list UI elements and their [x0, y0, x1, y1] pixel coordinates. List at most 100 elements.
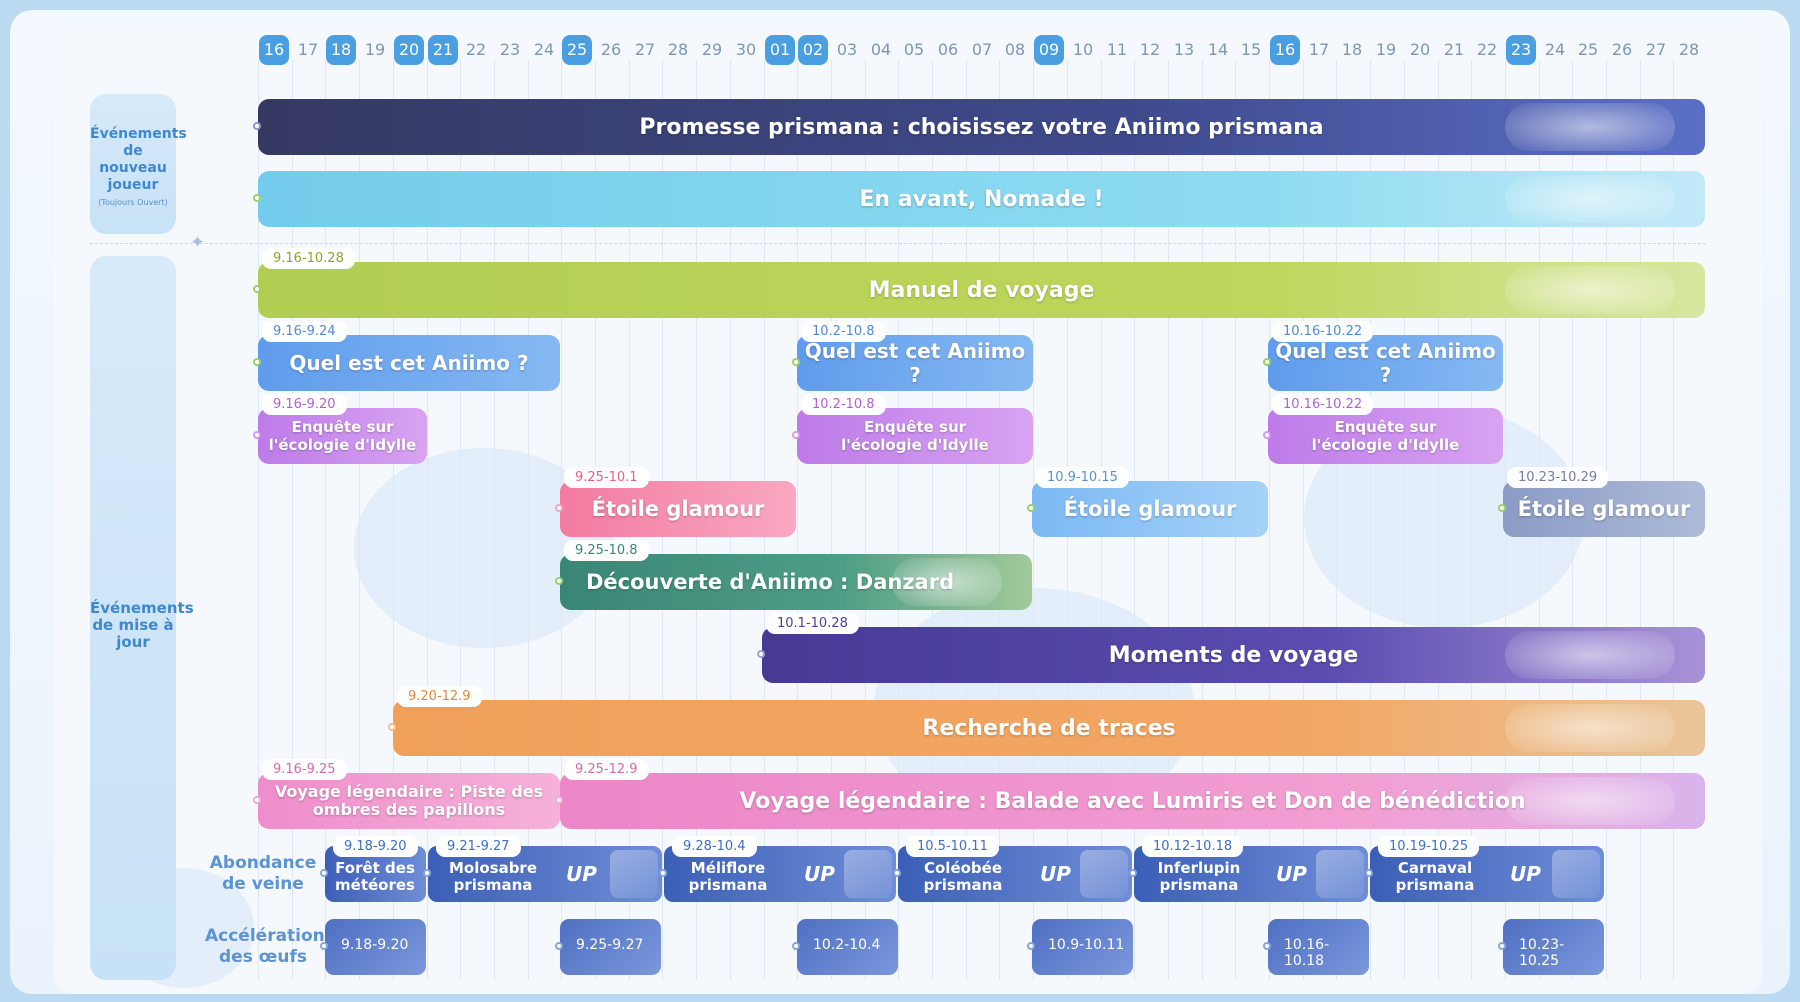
category-new-player-label: Événements de nouveau joueur (Toujours O…	[90, 126, 187, 211]
timeline-dot	[253, 194, 261, 202]
event-title: Enquête sur l'écologie d'Idylle	[268, 418, 417, 454]
date-cell: 14	[1207, 40, 1229, 59]
date-cell: 20	[1409, 40, 1431, 59]
event-art	[1505, 175, 1675, 223]
egg-event-dates: 9.18-9.20	[341, 937, 409, 953]
date-cell: 25	[562, 35, 592, 65]
event-title: En avant, Nomade !	[859, 186, 1104, 212]
event-enquete-3[interactable]: 10.16-10.22 Enquête sur l'écologie d'Idy…	[1263, 394, 1503, 464]
up-event-name: Inferlupin prismana	[1157, 859, 1241, 894]
date-cell: 09	[1034, 35, 1064, 65]
date-cell: 10	[1072, 40, 1094, 59]
plus-icon: ✦	[190, 232, 206, 253]
timeline-dot	[253, 358, 261, 366]
event-title: Voyage légendaire : Piste des ombres des…	[274, 782, 544, 819]
up-event-4[interactable]: 10.12-10.18 Inferlupin prismana UP	[1129, 836, 1368, 902]
event-title: Voyage légendaire : Balade avec Lumiris …	[739, 788, 1526, 814]
up-event-name: Molosabre prismana	[448, 859, 538, 894]
event-danzard[interactable]: 9.25-10.8 Découverte d'Aniimo : Danzard	[555, 540, 1032, 610]
date-cell: 08	[1004, 40, 1026, 59]
date-cell: 26	[600, 40, 622, 59]
up-event-1[interactable]: 9.21-9.27 Molosabre prismana UP	[423, 836, 662, 902]
date-cell: 27	[634, 40, 656, 59]
up-tag: UP	[566, 862, 597, 886]
date-cell: 03	[836, 40, 858, 59]
up-event-3[interactable]: 10.5-10.11 Coléobée prismana UP	[893, 836, 1132, 902]
up-event-name: Forêt des météores	[335, 859, 415, 894]
up-event-name: Coléobée prismana	[923, 859, 1003, 894]
date-cell: 19	[1375, 40, 1397, 59]
date-cell: 01	[765, 35, 795, 65]
up-event-0[interactable]: 9.18-9.20 Forêt des météores	[320, 836, 426, 902]
event-recherche-de-traces[interactable]: 9.20-12.9 Recherche de traces	[388, 686, 1705, 756]
date-cell: 12	[1139, 40, 1161, 59]
date-cell: 28	[667, 40, 689, 59]
timeline-dot	[757, 650, 765, 658]
category-new-player-note: (Toujours Ouvert)	[98, 198, 168, 207]
event-promesse-prismana[interactable]: Promesse prismana : choisissez votre Ani…	[253, 99, 1705, 155]
up-event-2[interactable]: 9.28-10.4 Méliflore prismana UP	[659, 836, 896, 902]
date-pill: 10.5-10.11	[906, 836, 999, 857]
date-cell: 13	[1173, 40, 1195, 59]
date-cell: 16	[1270, 35, 1300, 65]
egg-event-4[interactable]: 10.16-10.18	[1263, 919, 1369, 975]
event-moments-de-voyage[interactable]: 10.1-10.28 Moments de voyage	[757, 613, 1705, 683]
timeline-dot	[1498, 504, 1506, 512]
date-pill: 10.1-10.28	[766, 613, 859, 634]
category-new-player-text: Événements de nouveau joueur	[90, 126, 187, 193]
up-event-5[interactable]: 10.19-10.25 Carnaval prismana UP	[1365, 836, 1604, 902]
up-tag: UP	[1276, 862, 1307, 886]
date-pill: 9.25-10.8	[564, 540, 649, 561]
date-cell: 23	[499, 40, 521, 59]
date-cell: 26	[1611, 40, 1633, 59]
egg-event-5[interactable]: 10.23-10.25	[1498, 919, 1604, 975]
egg-event-0[interactable]: 9.18-9.20	[320, 919, 426, 975]
event-title: Quel est cet Aniimo ?	[1275, 339, 1496, 387]
egg-event-dates: 9.25-9.27	[576, 937, 644, 953]
timeline-dot	[792, 942, 800, 950]
event-voyage-legendaire-2[interactable]: 9.25-12.9 Voyage légendaire : Balade ave…	[555, 759, 1705, 829]
timeline-dot	[320, 942, 328, 950]
date-cell: 22	[465, 40, 487, 59]
date-cell: 16	[259, 35, 289, 65]
date-cell: 19	[364, 40, 386, 59]
egg-event-dates: 10.9-10.11	[1048, 937, 1125, 953]
aniimo-portrait-icon	[1552, 850, 1600, 898]
event-etoile-glamour-2[interactable]: 10.9-10.15 Étoile glamour	[1027, 467, 1268, 537]
event-quiz-2[interactable]: 10.2-10.8 Quel est cet Aniimo ?	[792, 321, 1033, 391]
event-art	[1505, 631, 1675, 679]
event-etoile-glamour-3[interactable]: 10.23-10.29 Étoile glamour	[1498, 467, 1705, 537]
date-pill: 9.25-12.9	[564, 759, 649, 780]
date-cell: 11	[1106, 40, 1128, 59]
event-quiz-1[interactable]: 9.16-9.24 Quel est cet Aniimo ?	[253, 321, 560, 391]
date-pill: 9.21-9.27	[436, 836, 521, 857]
date-pill: 9.18-9.20	[333, 836, 418, 857]
event-title: Enquête sur l'écologie d'Idylle	[1311, 418, 1460, 454]
date-cell: 21	[428, 35, 458, 65]
date-cell: 28	[1678, 40, 1700, 59]
date-cell: 18	[326, 35, 356, 65]
egg-event-dates: 10.2-10.4	[813, 937, 881, 953]
date-pill: 10.23-10.29	[1507, 467, 1609, 488]
egg-event-1[interactable]: 9.25-9.27	[555, 919, 661, 975]
event-enquete-1[interactable]: 9.16-9.20 Enquête sur l'écologie d'Idyll…	[253, 394, 427, 464]
date-cell: 22	[1476, 40, 1498, 59]
section-divider	[90, 243, 1706, 244]
event-manuel-de-voyage[interactable]: 9.16-10.28 Manuel de voyage	[253, 248, 1705, 318]
event-title: Enquête sur l'écologie d'Idylle	[841, 418, 989, 454]
egg-event-3[interactable]: 10.9-10.11	[1027, 919, 1133, 975]
event-en-avant-nomade[interactable]: En avant, Nomade !	[253, 171, 1705, 227]
event-voyage-legendaire-1[interactable]: 9.16-9.25 Voyage légendaire : Piste des …	[253, 759, 560, 829]
row-label-abondance: Abondance de veine	[209, 853, 317, 894]
event-etoile-glamour-1[interactable]: 9.25-10.1 Étoile glamour	[555, 467, 796, 537]
timeline-dot	[555, 577, 563, 585]
date-pill: 9.16-9.25	[262, 759, 347, 780]
event-enquete-2[interactable]: 10.2-10.8 Enquête sur l'écologie d'Idyll…	[792, 394, 1033, 464]
event-title: Quel est cet Aniimo ?	[289, 351, 529, 375]
egg-event-2[interactable]: 10.2-10.4	[792, 919, 898, 975]
date-cell: 17	[297, 40, 319, 59]
event-quiz-3[interactable]: 10.16-10.22 Quel est cet Aniimo ?	[1263, 321, 1503, 391]
timeline-dot	[253, 122, 261, 130]
date-pill: 9.16-9.20	[262, 394, 347, 415]
date-pill: 9.16-10.28	[262, 248, 355, 269]
